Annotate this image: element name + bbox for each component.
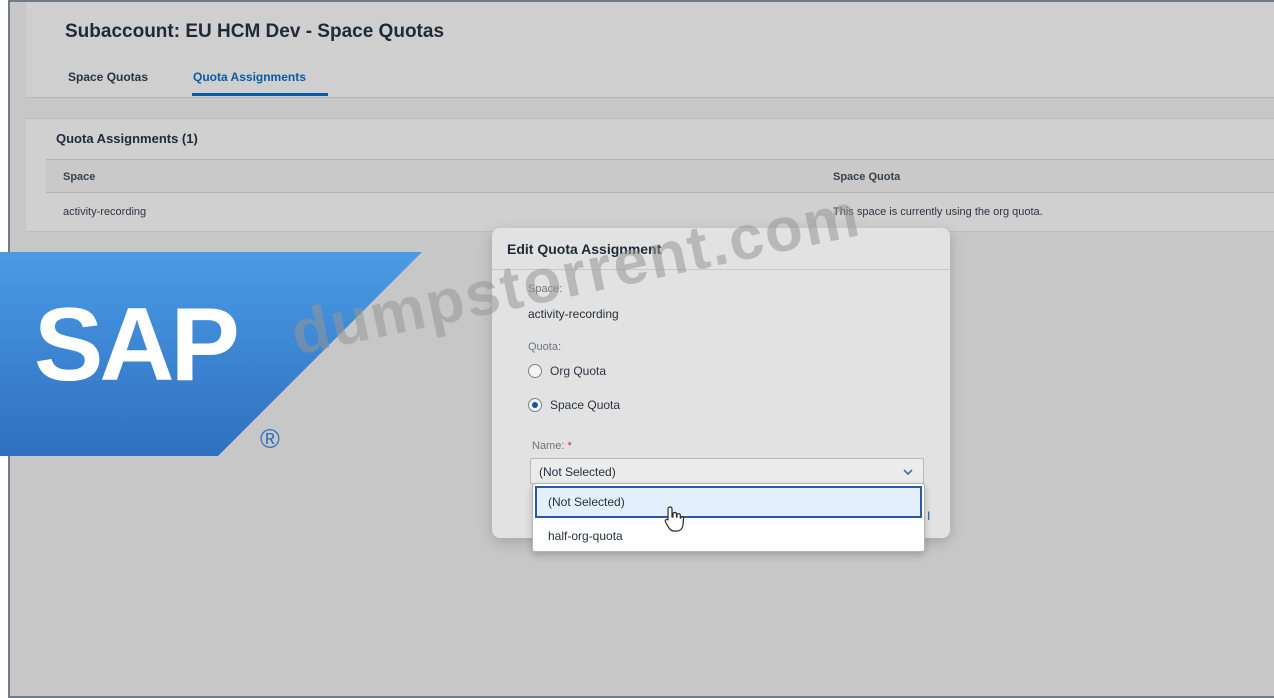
quota-assignments-table: Quota Assignments (1) Space Space Quota …: [26, 118, 1274, 232]
space-label: Space:: [528, 283, 563, 295]
table-header: Space Space Quota: [46, 159, 1274, 193]
option-label: half-org-quota: [548, 529, 623, 543]
name-select[interactable]: (Not Selected): [530, 458, 924, 484]
radio-label: Org Quota: [550, 364, 607, 378]
tab-quota-assignments[interactable]: Quota Assignments: [193, 70, 306, 84]
name-dropdown-list: (Not Selected) half-org-quota: [532, 483, 925, 552]
sap-logo-text: SAP: [34, 287, 236, 403]
tab-space-quotas[interactable]: Space Quotas: [68, 70, 148, 84]
name-label: Name: *: [532, 440, 572, 452]
space-value: activity-recording: [528, 307, 619, 321]
chevron-down-icon[interactable]: [903, 467, 913, 477]
dropdown-option-not-selected[interactable]: (Not Selected): [535, 486, 922, 518]
hand-cursor-icon: [664, 506, 685, 532]
radio-space-quota[interactable]: Space Quota: [528, 398, 620, 412]
cell-space-quota: This space is currently using the org qu…: [833, 206, 1043, 218]
option-label: (Not Selected): [548, 495, 625, 509]
tab-selected-indicator: [192, 93, 328, 96]
table-title: Quota Assignments (1): [56, 131, 198, 146]
required-marker: *: [567, 440, 572, 452]
table-row[interactable]: activity-recording This space is current…: [46, 194, 1274, 232]
name-label-text: Name:: [532, 440, 565, 452]
radio-button[interactable]: [528, 364, 542, 378]
cell-space: activity-recording: [63, 206, 147, 218]
sap-logo: SAP: [0, 252, 422, 456]
registered-mark: ®: [260, 424, 280, 454]
select-value: (Not Selected): [539, 465, 616, 479]
radio-button-checked[interactable]: [528, 398, 542, 412]
dialog-divider: [492, 269, 950, 270]
radio-org-quota[interactable]: Org Quota: [528, 364, 606, 378]
dropdown-option-half-org-quota[interactable]: half-org-quota: [533, 520, 924, 552]
page-header: Subaccount: EU HCM Dev - Space Quotas Sp…: [26, 2, 1274, 98]
radio-label: Space Quota: [550, 398, 621, 412]
cancel-button-partial[interactable]: l: [927, 509, 930, 523]
column-header-space[interactable]: Space: [63, 171, 95, 183]
dialog-title: Edit Quota Assignment: [507, 241, 662, 257]
column-header-space-quota[interactable]: Space Quota: [833, 171, 900, 183]
quota-label: Quota:: [528, 341, 562, 353]
page-title: Subaccount: EU HCM Dev - Space Quotas: [65, 21, 445, 42]
